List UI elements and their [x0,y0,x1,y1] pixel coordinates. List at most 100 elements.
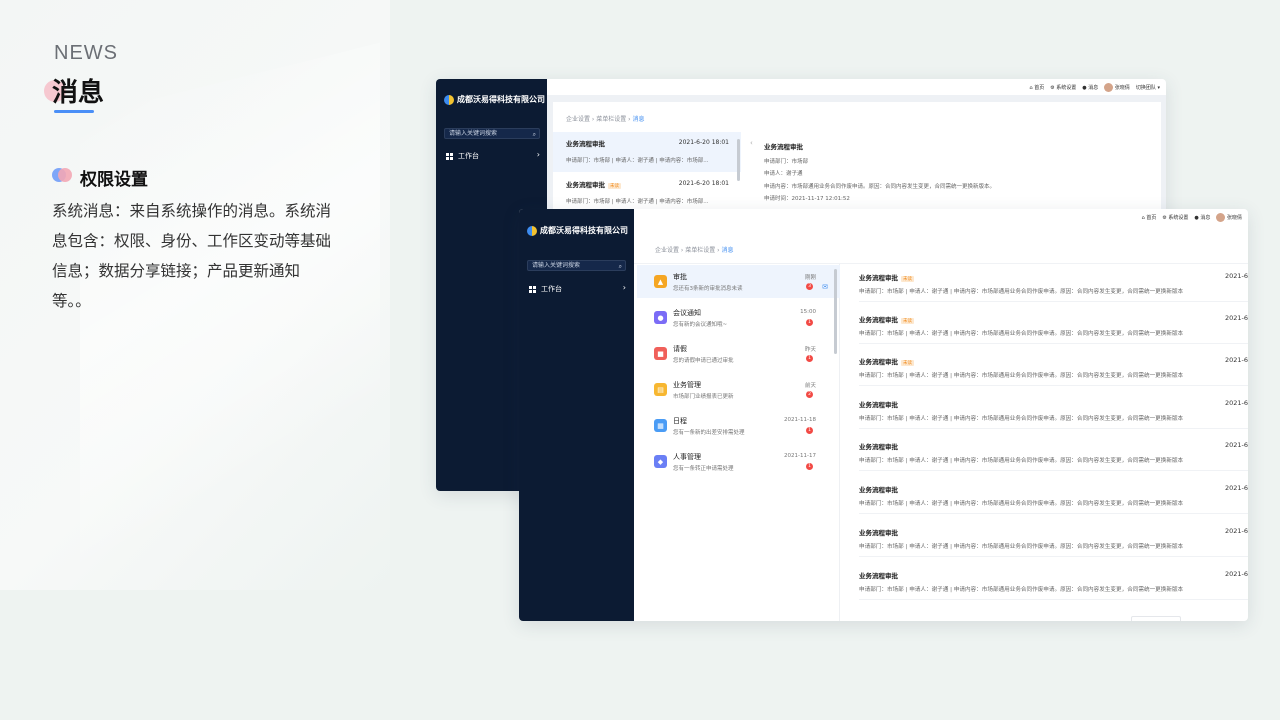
category-item-hr[interactable]: ◆ 人事管理 您有一条转正申请需处理 2021-11-17 1 [637,445,840,478]
section-title: 权限设置 [80,170,148,190]
message-summary: 申请部门：市场部 | 申请人：谢子通 | 申请内容：市场部通用业务合同作废申请。… [859,331,1184,337]
unread-tag: 未读 [901,276,914,282]
unread-badge: 1 [806,319,813,326]
section-description: 系统消息：来自系统操作的消息。系统消息包含：权限、身份、工作区变动等基础信息；数… [52,202,332,310]
message-date: 2021-6 [1224,570,1248,578]
chevron-left-icon[interactable]: ‹ [750,139,753,147]
category-scrollbar[interactable] [834,269,837,354]
message-summary: 申请部门：市场部 | 申请人：谢子通 | 申请内容：市场部通用业务合同作废申请。… [859,373,1184,379]
unread-tag: 未读 [608,183,621,189]
message-title: 业务流程审批 [859,443,898,451]
message-row[interactable]: 业务流程审批 未读 2021-6 申请部门：市场部 | 申请人：谢子通 | 申请内… [859,266,1248,302]
category-time: 15:00 [800,309,816,315]
light-beam [80,42,380,598]
hr-icon: ◆ [654,455,667,468]
message-summary: 申请部门：市场部 | 申请人：谢子通 | 申请内容：市场部通用业务合同作废申请。… [859,458,1184,464]
breadcrumb: 企业设置 › 菜单栏设置 › 消息 [655,247,734,254]
category-summary: 您有一条转正申请需处理 [673,466,734,472]
messages-link[interactable]: ● 消息 [1194,214,1210,221]
chevron-right-icon: › [536,150,540,159]
grid-icon [446,152,453,160]
message-date: 2021-6 [1224,399,1248,407]
category-item-approval[interactable]: ▲ 审批 您还有3条新的审批消息未读 刚刚 3 ✉ [637,265,840,298]
category-summary: 您的请假申请已通过审批 [673,358,734,364]
search-icon[interactable]: ⌕ [619,262,622,271]
category-summary: 您还有3条新的审批消息未读 [673,286,743,292]
user-menu[interactable]: 张晓倩 [1216,212,1242,222]
message-date: 2021-6 [1224,484,1248,492]
category-list: ▲ 审批 您还有3条新的审批消息未读 刚刚 3 ✉ ● 会议通知 您有新的会议通… [637,264,840,621]
home-link[interactable]: ⌂ 首页 [1142,214,1157,221]
message-list-item[interactable]: 业务流程审批 未读 2021-6-20 18:01 申请部门：市场部 | 申请人：… [553,173,741,213]
message-title: 业务流程审批 [859,486,898,494]
message-row[interactable]: 业务流程审批 2021-6 申请部门：市场部 | 申请人：谢子通 | 申请内容：… [859,393,1248,429]
message-summary: 申请部门：市场部 | 申请人：谢子通 | 申请内容：市场部通用业务合同作废申请。… [859,289,1184,295]
category-item-leave[interactable]: ■ 请假 您的请假申请已通过审批 昨天 1 [637,337,840,370]
message-title: 业务流程审批 [859,358,898,366]
message-row[interactable]: 业务流程审批 未读 2021-6 申请部门：市场部 | 申请人：谢子通 | 申请内… [859,350,1248,386]
category-summary: 市场部门业绩报表已更新 [673,394,734,400]
sidebar-item-workbench[interactable]: 工作台 › [446,150,540,161]
settings-link[interactable]: ⚙ 系统设置 [1162,214,1188,221]
detail-line: 申请部门：市场部 [764,158,809,165]
settings-link[interactable]: ⚙ 系统设置 [1050,84,1076,91]
unread-badge: 1 [806,427,813,434]
message-list-item[interactable]: 业务流程审批 2021-6-20 18:01 申请部门：市场部 | 申请人：谢子… [553,132,741,172]
list-scrollbar[interactable] [737,139,740,181]
breadcrumb-item[interactable]: 菜单栏设置 [596,116,626,123]
switch-team-button[interactable]: 切换团队 ▾ [1136,84,1160,91]
chevron-right-icon: › [622,283,626,292]
message-detail: 业务流程审批 申请部门：市场部 申请人：谢子通 申请内容：市场部通用业务合同作废… [764,141,995,206]
category-title: 审批 [673,273,687,281]
breadcrumb-item[interactable]: 菜单栏设置 [685,247,715,254]
search-input[interactable]: 请输入关键词搜索 ⌕ [444,128,540,139]
mail-icon[interactable]: ✉ [822,283,828,291]
search-input[interactable]: 请输入关键词搜索 ⌕ [527,260,626,271]
message-title: 业务流程审批 [859,572,898,580]
message-row[interactable]: 业务流程审批 2021-6 申请部门：市场部 | 申请人：谢子通 | 申请内容：… [859,564,1248,600]
category-time: 前天 [804,383,816,389]
search-icon[interactable]: ⌕ [533,130,536,139]
company-name: 成都沃易得科技有限公司 [540,226,628,235]
section-bullet-icon [52,168,72,182]
home-link[interactable]: ⌂ 首页 [1029,84,1044,91]
category-item-schedule[interactable]: ▦ 日程 您有一条新的出差安排需处理 2021-11-18 1 [637,409,840,442]
company-name: 成都沃易得科技有限公司 [457,95,545,104]
pagination[interactable] [1131,616,1181,621]
sidebar-item-workbench[interactable]: 工作台 › [529,283,626,294]
message-summary: 申请部门：市场部 | 申请人：谢子通 | 申请内容：市场部... [566,199,709,205]
company-logo-icon [527,225,537,236]
breadcrumb-item[interactable]: 企业设置 [566,116,590,123]
breadcrumb-current: 消息 [632,116,645,123]
message-date: 2021-6 [1224,272,1248,280]
title-underline [54,110,94,113]
category-item-business[interactable]: ▤ 业务管理 市场部门业绩报表已更新 前天 2 [637,373,840,406]
message-date: 2021-6 [1224,314,1248,322]
category-item-meeting[interactable]: ● 会议通知 您有新的会议通知哦~ 15:00 1 [637,301,840,334]
company-brand: 成都沃易得科技有限公司 [444,94,545,105]
breadcrumb-item[interactable]: 企业设置 [655,247,679,254]
message-row[interactable]: 业务流程审批 2021-6 申请部门：市场部 | 申请人：谢子通 | 申请内容：… [859,435,1248,471]
detail-line: 申请人：谢子通 [764,171,803,177]
company-brand: 成都沃易得科技有限公司 [527,225,628,236]
user-menu[interactable]: 张晓倩 [1104,82,1130,92]
message-title: 业务流程审批 [566,181,605,189]
calendar-icon: ▦ [654,419,667,432]
category-time: 刚刚 [804,275,816,281]
breadcrumb-current: 消息 [721,247,734,254]
category-title: 人事管理 [673,453,701,461]
top-bar: ⌂ 首页 ⚙ 系统设置 ● 消息 张晓倩 切换团队 ▾ [1029,79,1166,95]
message-title: 业务流程审批 [859,274,898,282]
messages-link[interactable]: ● 消息 [1082,84,1098,91]
category-time: 昨天 [804,347,816,353]
message-row[interactable]: 业务流程审批 2021-6 申请部门：市场部 | 申请人：谢子通 | 申请内容：… [859,521,1248,557]
business-icon: ▤ [654,383,667,396]
category-title: 日程 [673,417,687,425]
message-summary: 申请部门：市场部 | 申请人：谢子通 | 申请内容：市场部通用业务合同作废申请。… [859,544,1184,550]
detail-title: 业务流程审批 [764,143,803,151]
message-row[interactable]: 业务流程审批 2021-6 申请部门：市场部 | 申请人：谢子通 | 申请内容：… [859,478,1248,514]
breadcrumb: 企业设置 › 菜单栏设置 › 消息 [566,116,645,123]
avatar [1216,212,1226,222]
grid-icon [529,285,536,293]
message-row[interactable]: 业务流程审批 未读 2021-6 申请部门：市场部 | 申请人：谢子通 | 申请内… [859,308,1248,344]
